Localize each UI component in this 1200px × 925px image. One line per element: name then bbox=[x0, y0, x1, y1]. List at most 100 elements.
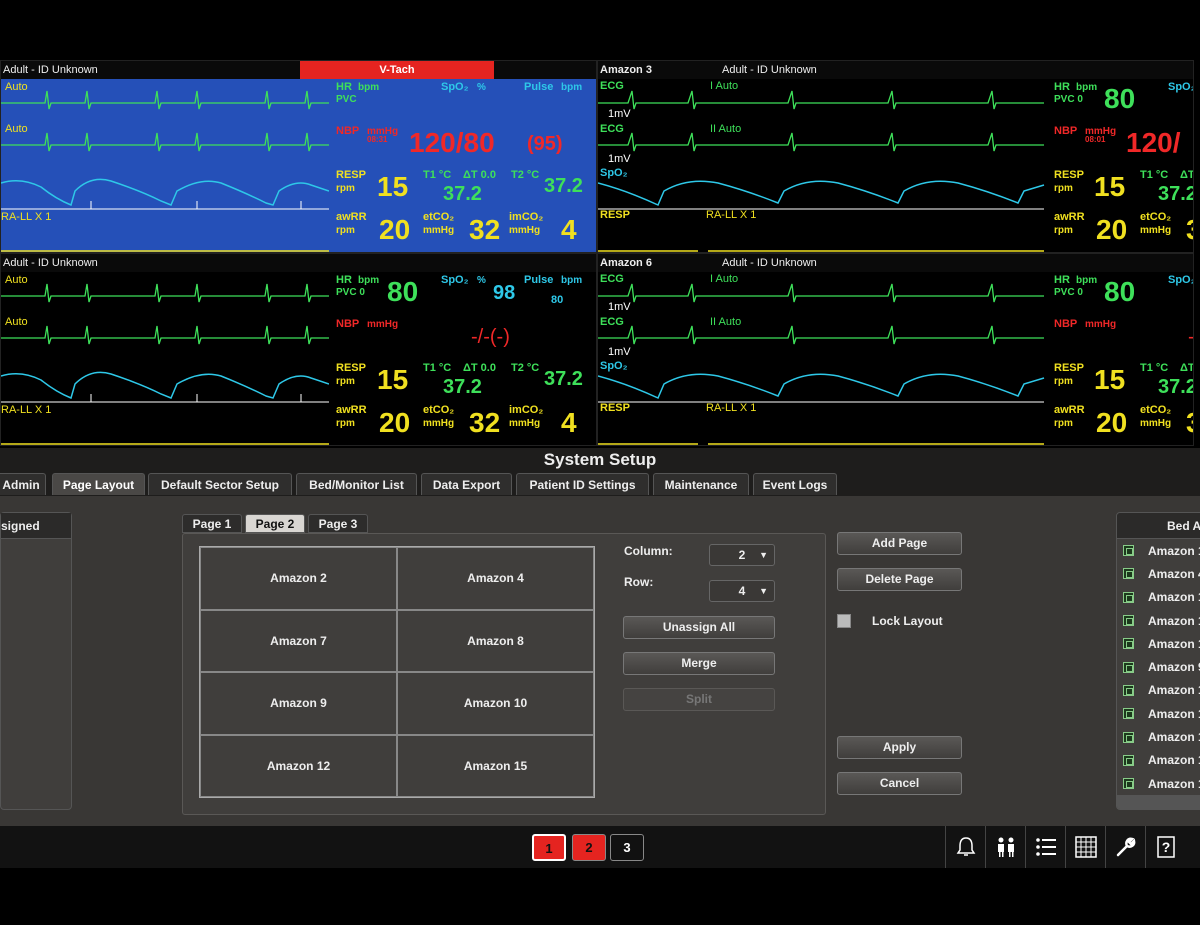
row-label: Row: bbox=[624, 575, 654, 589]
nbp-unit: mmHg bbox=[367, 319, 399, 330]
grid-cell[interactable]: Amazon 2 bbox=[200, 547, 397, 610]
bed-assignment-list[interactable]: Bed A Amazon 1 Amazon 4 Amazon 1 Amazon … bbox=[1116, 512, 1200, 810]
page-button-1[interactable]: 1 bbox=[532, 834, 566, 861]
awrr-value: 20 bbox=[379, 407, 411, 438]
list-item[interactable]: Amazon 1 bbox=[1117, 702, 1200, 725]
page-button-2[interactable]: 2 bbox=[572, 834, 606, 861]
list-item[interactable]: Amazon 1 bbox=[1117, 539, 1200, 562]
delta-t-label: ΔT 0.0 bbox=[463, 362, 496, 374]
parameter-area: HR bpm PVC 0 80 SpO₂ NBP mmHg -/ RESP rp… bbox=[1050, 272, 1193, 445]
hr-unit: bpm bbox=[358, 82, 380, 93]
monitor-icon bbox=[1123, 568, 1134, 580]
tab-page-2[interactable]: Page 2 bbox=[245, 514, 305, 533]
grid-icon[interactable] bbox=[1065, 826, 1105, 868]
bed-panel-bottom-left[interactable]: Adult - ID Unknown Auto Auto RA-LL X 1 H… bbox=[0, 253, 597, 446]
awrr-label: awRR bbox=[336, 404, 367, 416]
tab-admin[interactable]: Admin bbox=[0, 473, 46, 495]
apply-button[interactable]: Apply bbox=[837, 736, 962, 759]
tab-data-export[interactable]: Data Export bbox=[421, 473, 512, 495]
tab-bed-monitor-list[interactable]: Bed/Monitor List bbox=[296, 473, 417, 495]
merge-button[interactable]: Merge bbox=[623, 652, 775, 675]
tab-page-1[interactable]: Page 1 bbox=[182, 514, 242, 533]
awrr-label: awRR bbox=[336, 211, 367, 223]
nbp-value: -/ bbox=[1188, 326, 1193, 349]
t2-value: 37.2 bbox=[544, 368, 583, 390]
split-button[interactable]: Split bbox=[623, 688, 775, 711]
list-item[interactable]: Amazon 1 bbox=[1117, 725, 1200, 748]
etco2-label: etCO₂ bbox=[1140, 211, 1172, 223]
ecg-label: ECG bbox=[600, 80, 624, 92]
footer-bar: 1 2 3 ? bbox=[0, 826, 1200, 868]
grid-cell[interactable]: Amazon 7 bbox=[200, 609, 397, 672]
waveform-svg bbox=[1, 90, 329, 252]
nbp-unit: mmHg bbox=[1085, 319, 1117, 330]
list-item[interactable]: Amazon 4 bbox=[1117, 562, 1200, 585]
list-item[interactable]: Amazon 1 bbox=[1117, 772, 1200, 795]
unassigned-list[interactable]: signed bbox=[0, 512, 72, 810]
tab-patient-id-settings[interactable]: Patient ID Settings bbox=[516, 473, 649, 495]
waveform-svg bbox=[1, 283, 329, 445]
delta-t-label: ΔT 0.0 bbox=[463, 169, 496, 181]
resp-unit: rpm bbox=[1054, 183, 1073, 194]
unassigned-header: signed bbox=[1, 513, 71, 539]
bell-icon[interactable] bbox=[945, 826, 985, 868]
tab-default-sector-setup[interactable]: Default Sector Setup bbox=[148, 473, 292, 495]
lock-layout-checkbox[interactable] bbox=[837, 614, 851, 628]
grid-cell[interactable]: Amazon 9 bbox=[200, 672, 397, 735]
imco2-unit: mmHg bbox=[509, 225, 541, 236]
list-icon[interactable] bbox=[1025, 826, 1065, 868]
list-item[interactable]: Amazon 1 bbox=[1117, 586, 1200, 609]
column-select[interactable]: 2 ▼ bbox=[709, 544, 775, 566]
svg-text:?: ? bbox=[1161, 839, 1170, 855]
grid-cell[interactable]: Amazon 12 bbox=[200, 734, 397, 797]
grid-cell[interactable]: Amazon 15 bbox=[397, 734, 594, 797]
help-icon[interactable]: ? bbox=[1145, 826, 1185, 868]
tab-event-logs[interactable]: Event Logs bbox=[753, 473, 837, 495]
people-icon[interactable] bbox=[985, 826, 1025, 868]
list-item[interactable]: Amazon 1 bbox=[1117, 632, 1200, 655]
wrench-icon[interactable] bbox=[1105, 826, 1145, 868]
delete-page-button[interactable]: Delete Page bbox=[837, 568, 962, 591]
t1-value: 37.2 bbox=[1158, 183, 1194, 205]
resp-label: RESP bbox=[336, 169, 366, 181]
patient-id: Adult - ID Unknown bbox=[3, 257, 98, 269]
bed-name: Amazon 1 bbox=[1148, 730, 1200, 745]
tab-page-layout[interactable]: Page Layout bbox=[52, 473, 145, 495]
grid-cell[interactable]: Amazon 8 bbox=[397, 609, 594, 672]
etco2-label: etCO₂ bbox=[423, 211, 455, 223]
row-select[interactable]: 4 ▼ bbox=[709, 580, 775, 602]
t1-label: T1 °C bbox=[423, 169, 452, 181]
etco2-value: 3 bbox=[1186, 407, 1193, 439]
add-page-button[interactable]: Add Page bbox=[837, 532, 962, 555]
tab-maintenance[interactable]: Maintenance bbox=[653, 473, 749, 495]
page-button-3[interactable]: 3 bbox=[610, 834, 644, 861]
row-value: 4 bbox=[738, 584, 746, 598]
list-item[interactable]: Amazon 1 bbox=[1117, 609, 1200, 632]
t2-label: T2 °C bbox=[511, 362, 540, 374]
awrr-unit: rpm bbox=[1054, 418, 1073, 429]
monitor-icon bbox=[1123, 661, 1134, 673]
cancel-button[interactable]: Cancel bbox=[837, 772, 962, 795]
grid-cell[interactable]: Amazon 4 bbox=[397, 547, 594, 610]
tab-page-3[interactable]: Page 3 bbox=[308, 514, 368, 533]
ecg-label: ECG bbox=[600, 123, 624, 135]
nbp-label: NBP bbox=[1054, 125, 1078, 137]
layout-grid: Amazon 2 Amazon 4 Amazon 7 Amazon 8 Amaz… bbox=[199, 546, 595, 798]
bed-panel-bottom-right[interactable]: Amazon 6 Adult - ID Unknown ECG I Auto 1… bbox=[597, 253, 1194, 446]
spo2-unit: % bbox=[477, 275, 486, 286]
bed-panel-top-left[interactable]: Adult - ID Unknown V-Tach Auto Auto RA-L… bbox=[0, 60, 597, 253]
parameter-area: HR bpm PVC 0 80 SpO₂ % 98 Pulse bpm 80 N… bbox=[329, 272, 596, 445]
list-item[interactable]: Amazon 1 bbox=[1117, 679, 1200, 702]
awrr-unit: rpm bbox=[336, 418, 355, 429]
etco2-value: 3 bbox=[1186, 214, 1193, 246]
unassign-all-button[interactable]: Unassign All bbox=[623, 616, 775, 639]
horizontal-scrollbar[interactable] bbox=[1117, 795, 1200, 809]
list-item[interactable]: Amazon 1 bbox=[1117, 749, 1200, 772]
alarm-banner: V-Tach bbox=[300, 61, 494, 79]
monitor-icon bbox=[1123, 638, 1134, 650]
resp-unit: rpm bbox=[1054, 376, 1073, 387]
nbp-value: 120/ bbox=[1126, 127, 1181, 158]
grid-cell[interactable]: Amazon 10 bbox=[397, 672, 594, 735]
list-item[interactable]: Amazon 9 bbox=[1117, 655, 1200, 678]
bed-panel-top-right[interactable]: Amazon 3 Adult - ID Unknown ECG I Auto 1… bbox=[597, 60, 1194, 253]
